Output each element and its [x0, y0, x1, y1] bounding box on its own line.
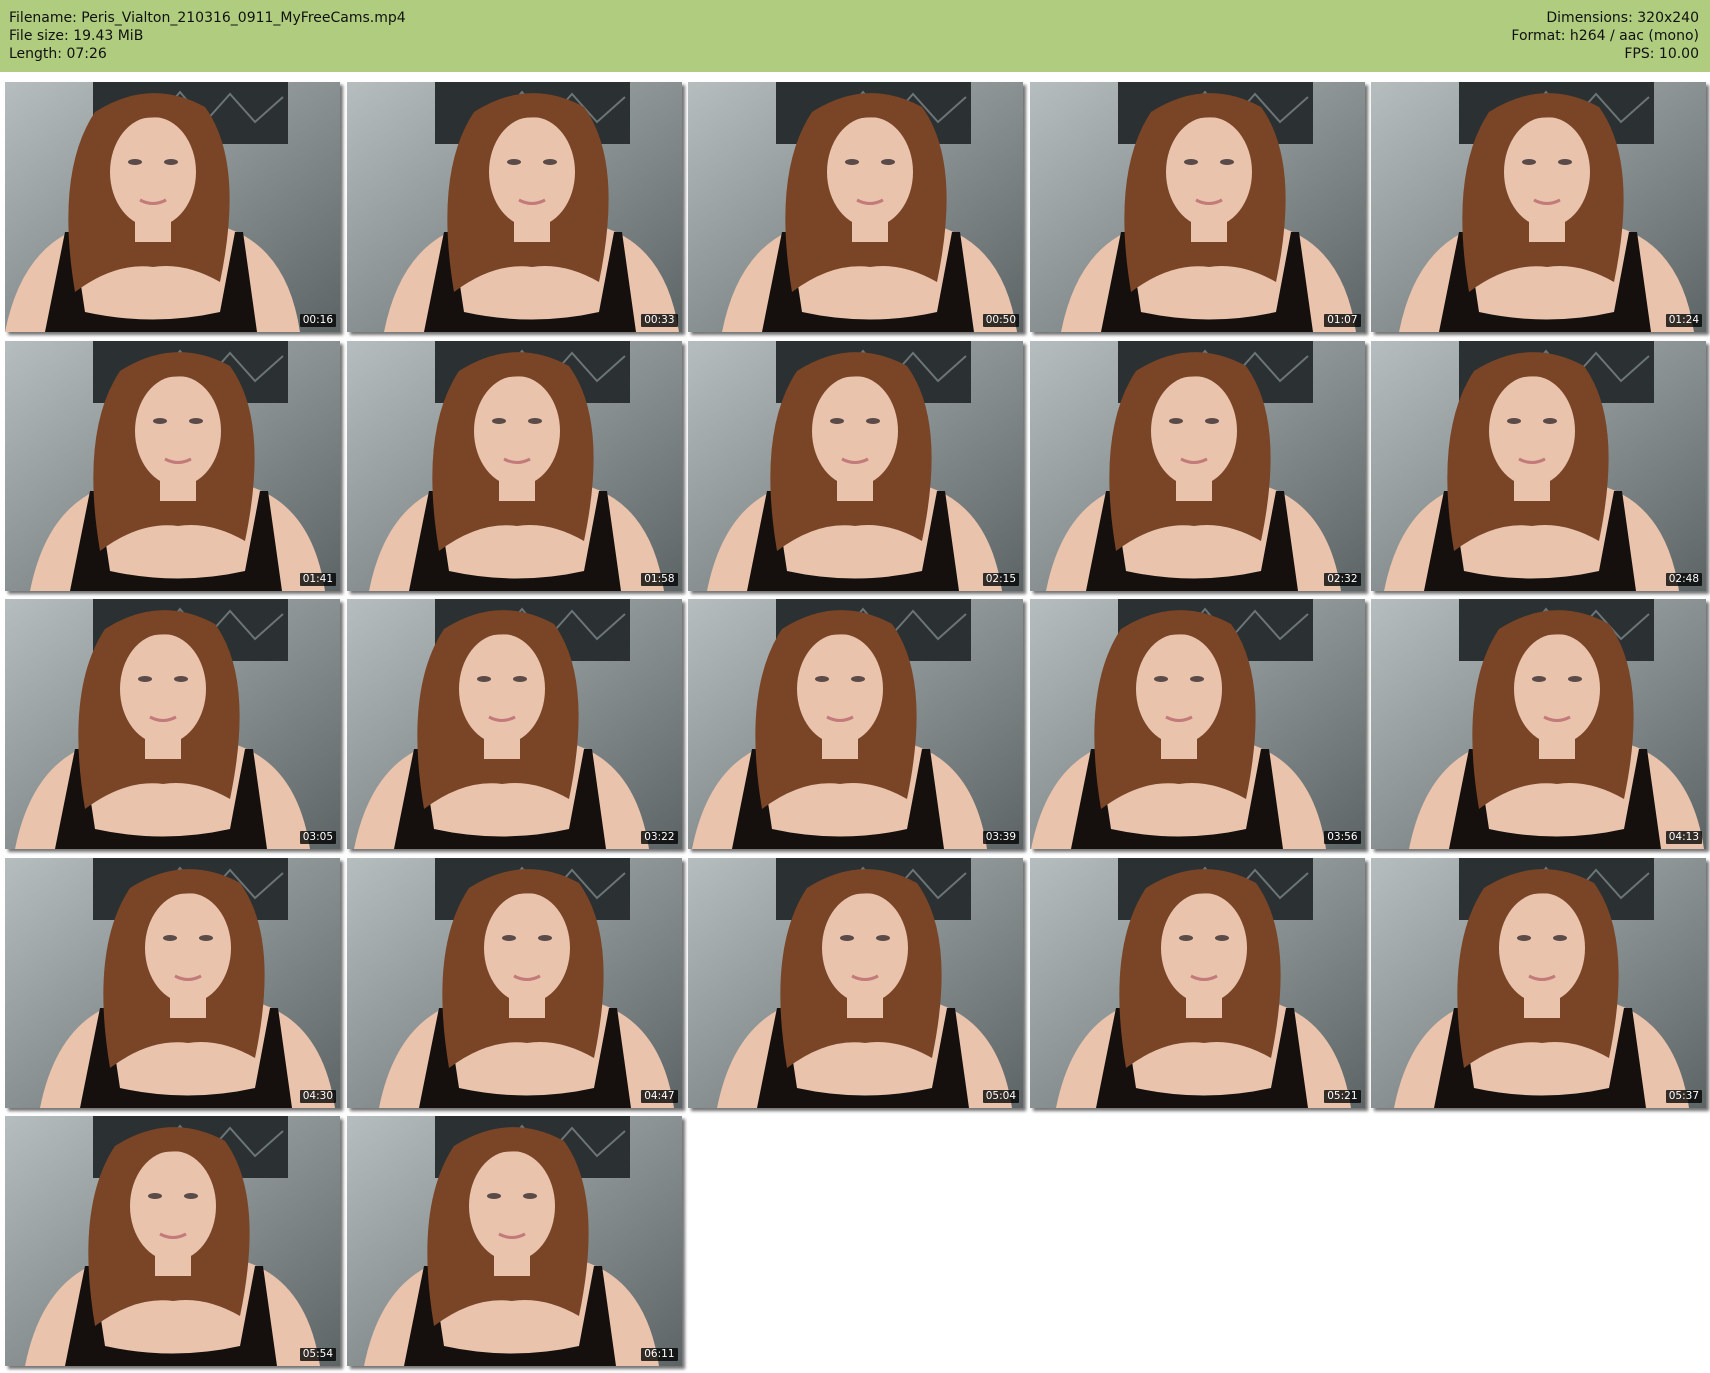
- filename-text: Filename: Peris_Vialton_210316_0911_MyFr…: [9, 10, 406, 26]
- thumbnail-frame: 03:39: [688, 599, 1023, 849]
- video-frame-image: [346, 1116, 682, 1366]
- timestamp-label: 04:47: [641, 1089, 678, 1103]
- thumbnail-frame: 04:47: [346, 857, 682, 1108]
- timestamp-label: 04:30: [299, 1089, 336, 1103]
- video-frame-image: [1371, 82, 1706, 332]
- thumbnail-frame: 05:21: [1029, 857, 1365, 1108]
- timestamp-label: 01:41: [299, 572, 336, 586]
- video-frame-image: [1029, 82, 1365, 332]
- video-frame-image: [688, 340, 1023, 591]
- thumbnail-frame: 00:33: [346, 82, 682, 332]
- video-frame-image: [1371, 599, 1706, 849]
- filesize-text: File size: 19.43 MiB: [9, 28, 144, 44]
- thumbnail-frame: 01:58: [346, 340, 682, 591]
- timestamp-label: 01:07: [1324, 314, 1361, 327]
- video-frame-image: [1371, 340, 1706, 591]
- video-frame-image: [688, 82, 1023, 332]
- timestamp-label: 03:22: [641, 831, 678, 844]
- thumbnail-frame: 04:13: [1371, 599, 1706, 849]
- thumbnail-frame: 02:32: [1029, 340, 1365, 591]
- video-frame-image: [346, 82, 682, 332]
- video-frame-image: [346, 599, 682, 849]
- thumbnail-frame: 04:30: [5, 857, 340, 1108]
- thumbnail-frame: 00:50: [688, 82, 1023, 332]
- info-header: Filename: Peris_Vialton_210316_0911_MyFr…: [0, 0, 1710, 72]
- timestamp-label: 04:13: [1665, 831, 1702, 844]
- timestamp-label: 05:21: [1324, 1089, 1361, 1103]
- video-frame-image: [5, 599, 340, 849]
- timestamp-label: 03:39: [982, 831, 1019, 844]
- thumbnail-frame: 05:37: [1371, 857, 1706, 1108]
- file-info-right: Dimensions: 320x240 Format: h264 / aac (…: [1511, 9, 1699, 63]
- video-frame-image: [688, 857, 1023, 1108]
- length-text: Length: 07:26: [9, 46, 107, 62]
- video-frame-image: [688, 599, 1023, 849]
- timestamp-label: 02:32: [1324, 572, 1361, 586]
- thumbnail-frame: 01:07: [1029, 82, 1365, 332]
- thumbnail-frame: 05:54: [5, 1116, 340, 1366]
- thumbnail-frame: 06:11: [346, 1116, 682, 1366]
- thumbnail-frame: 03:05: [5, 599, 340, 849]
- timestamp-label: 01:24: [1665, 314, 1702, 327]
- thumbnail-frame: 03:56: [1029, 599, 1365, 849]
- timestamp-label: 02:48: [1665, 572, 1702, 586]
- timestamp-label: 05:04: [982, 1089, 1019, 1103]
- timestamp-label: 00:33: [641, 314, 678, 327]
- thumbnail-frame: 01:24: [1371, 82, 1706, 332]
- video-frame-image: [5, 340, 340, 591]
- video-frame-image: [1029, 599, 1365, 849]
- thumbnail-frame: 01:41: [5, 340, 340, 591]
- thumbnail-frame: 02:15: [688, 340, 1023, 591]
- timestamp-label: 05:37: [1665, 1089, 1702, 1103]
- video-frame-image: [5, 857, 340, 1108]
- file-info-left: Filename: Peris_Vialton_210316_0911_MyFr…: [9, 9, 406, 63]
- timestamp-label: 00:16: [299, 314, 336, 327]
- video-frame-image: [5, 1116, 340, 1366]
- timestamp-label: 00:50: [982, 314, 1019, 327]
- format-text: Format: h264 / aac (mono): [1511, 28, 1699, 44]
- video-frame-image: [346, 857, 682, 1108]
- video-frame-image: [1029, 340, 1365, 591]
- fps-text: FPS: 10.00: [1624, 46, 1699, 62]
- timestamp-label: 06:11: [641, 1348, 678, 1361]
- timestamp-label: 05:54: [299, 1348, 336, 1361]
- thumbnail-frame: 03:22: [346, 599, 682, 849]
- video-frame-image: [5, 82, 340, 332]
- thumbnail-frame: 00:16: [5, 82, 340, 332]
- timestamp-label: 01:58: [641, 572, 678, 586]
- timestamp-label: 02:15: [982, 572, 1019, 586]
- timestamp-label: 03:56: [1324, 831, 1361, 844]
- thumbnail-frame: 05:04: [688, 857, 1023, 1108]
- dimensions-text: Dimensions: 320x240: [1546, 10, 1699, 26]
- video-frame-image: [1029, 857, 1365, 1108]
- timestamp-label: 03:05: [299, 831, 336, 844]
- thumbnail-frame: 02:48: [1371, 340, 1706, 591]
- video-frame-image: [1371, 857, 1706, 1108]
- video-frame-image: [346, 340, 682, 591]
